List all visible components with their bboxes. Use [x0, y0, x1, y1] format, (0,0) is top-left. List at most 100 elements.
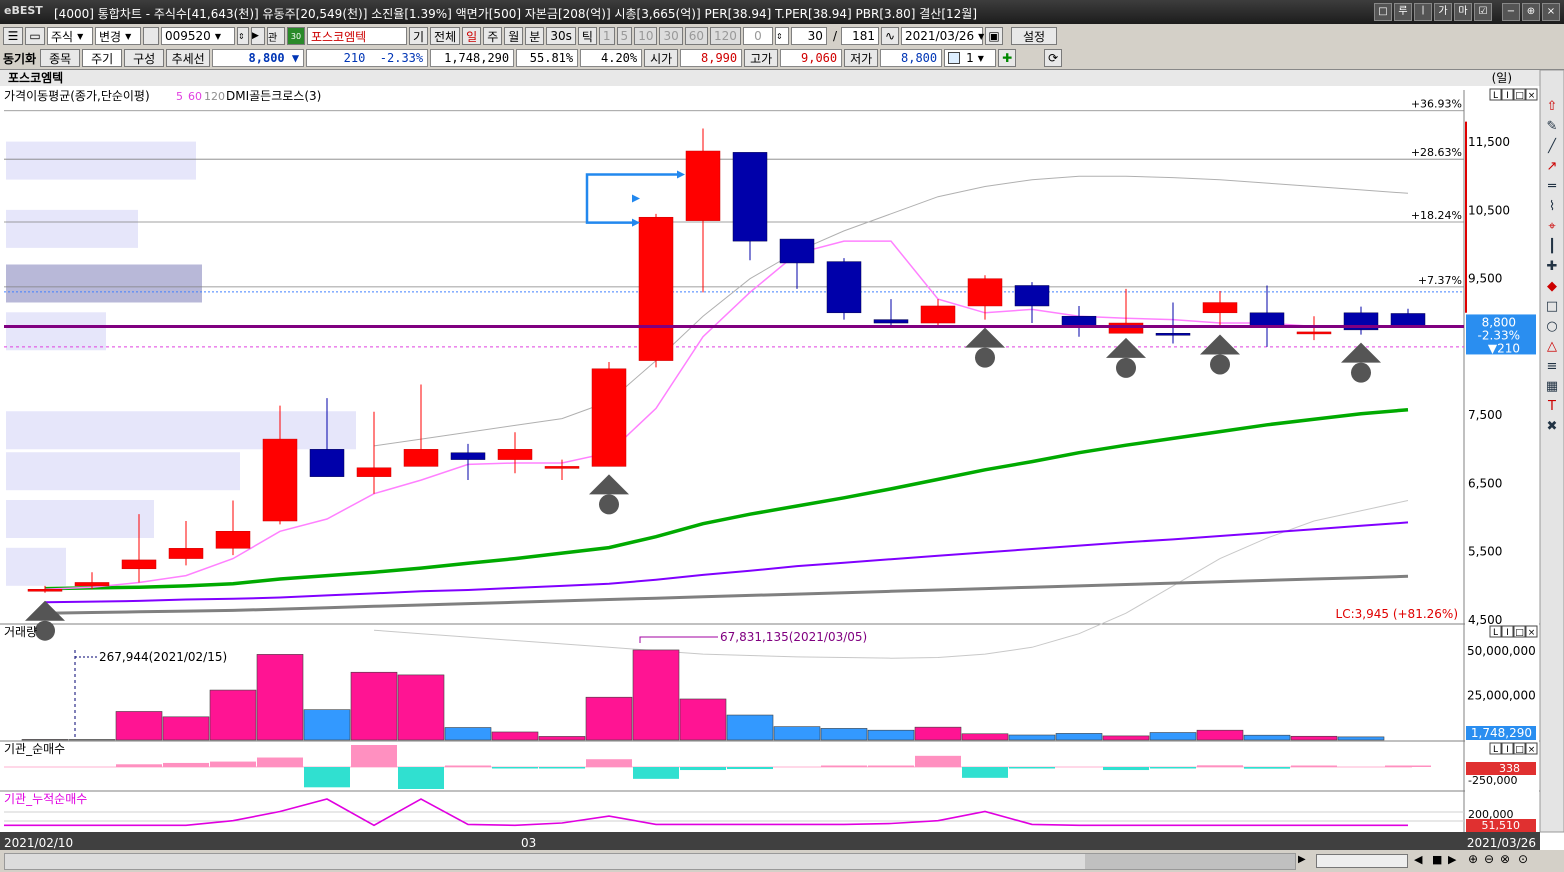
minute-10[interactable]: 10: [634, 27, 658, 45]
save-icon[interactable]: ▣: [984, 27, 1003, 45]
candle-body: [544, 466, 580, 469]
zoom-slider[interactable]: [1316, 854, 1408, 868]
volume-bar: [303, 709, 351, 741]
stock-name-field[interactable]: 포스코엠텍: [307, 27, 407, 45]
lc-label: LC:3,945 (+81.26%): [1336, 607, 1458, 621]
window-btn-4[interactable]: 가: [1434, 3, 1452, 21]
zoom-reset-icon[interactable]: ⊙: [1518, 852, 1528, 866]
date-select[interactable]: 2021/03/26: [900, 27, 983, 45]
period-day[interactable]: 일: [462, 27, 482, 45]
window-btn-5[interactable]: 마: [1454, 3, 1472, 21]
tab-stock[interactable]: 종목: [40, 49, 81, 67]
chart-area[interactable]: 포스코엠텍 (일) 가격이동평균(종가,단순이평) 5 60 120 DMI골든…: [0, 69, 1564, 851]
minute-5[interactable]: 5: [616, 27, 633, 45]
inst-tick-label: -250,000: [1468, 774, 1517, 787]
inst-net-bar: [445, 765, 491, 767]
scroll-right-icon[interactable]: ▶: [1298, 854, 1306, 865]
pct-level-label: +28.63%: [1411, 146, 1462, 159]
period-minute[interactable]: 분: [525, 27, 545, 45]
pct-level-label: +7.37%: [1418, 274, 1462, 287]
volume-title: 거래량: [4, 625, 37, 639]
volume-panel[interactable]: 거래량 267,944(2021/02/15) 67,831,135(2021/03…: [0, 625, 1540, 742]
tab-period[interactable]: 주기: [82, 49, 123, 67]
chart-svg[interactable]: 포스코엠텍 (일) 가격이동평균(종가,단순이평) 5 60 120 DMI골든…: [0, 69, 1564, 851]
hdv-icon[interactable]: 30: [287, 27, 305, 45]
down-arrow-icon: ▼: [291, 51, 300, 65]
zoom-out-icon[interactable]: ⊖: [1484, 852, 1494, 866]
volume-bar: [538, 736, 586, 741]
institution-cum-panel[interactable]: 기관_누적순매수: [4, 792, 1464, 827]
candle-body: [732, 152, 768, 242]
num-select[interactable]: 1: [944, 49, 997, 67]
zero-field[interactable]: 0: [742, 27, 773, 45]
minute-120[interactable]: 120: [710, 27, 741, 45]
scroll-first-icon[interactable]: ◀: [1414, 853, 1422, 866]
chart-stock-name: 포스코엠텍: [8, 70, 63, 85]
app-logo: eBEST: [4, 4, 43, 17]
scroll-thumb[interactable]: [5, 854, 1085, 869]
maximize-button[interactable]: ⊕: [1522, 3, 1540, 21]
tab-trendline[interactable]: 추세선: [166, 49, 211, 67]
chart-header-bg: [0, 70, 1540, 86]
scroll-last-icon[interactable]: ▶: [1448, 853, 1456, 866]
period-week[interactable]: 주: [483, 27, 503, 45]
market-select[interactable]: 주식: [47, 27, 93, 45]
minute-1[interactable]: 1: [598, 27, 615, 45]
trend-icon: ↗: [1547, 159, 1558, 174]
all-button[interactable]: 전체: [430, 27, 461, 45]
settings-button[interactable]: 설정: [1010, 27, 1057, 45]
stepper-icon[interactable]: ⇕: [237, 27, 249, 45]
zero-stepper[interactable]: ⇕: [774, 27, 789, 45]
minute-60[interactable]: 60: [684, 27, 709, 45]
count-slash: /: [832, 29, 837, 43]
cum-last-label: 51,510: [1482, 819, 1521, 832]
gi-button[interactable]: 기: [409, 27, 429, 45]
zoom-icon[interactable]: ∿: [880, 27, 899, 45]
volume-profile-bar: [6, 141, 196, 180]
zoom-in-icon[interactable]: ⊕: [1468, 852, 1478, 866]
window-btn-1[interactable]: □: [1374, 3, 1392, 21]
inst-net-bar: [1009, 767, 1055, 769]
volume-bar: [1290, 735, 1338, 741]
code-input[interactable]: 009520: [161, 27, 235, 45]
count-input[interactable]: 30: [790, 27, 827, 45]
add-icon[interactable]: ✚: [998, 49, 1017, 67]
window-btn-3[interactable]: ㅣ: [1414, 3, 1432, 21]
volume-profile-bar: [6, 209, 138, 248]
inst-net-bar: [962, 767, 1008, 778]
prev-icon[interactable]: ▶: [251, 27, 265, 45]
change-select[interactable]: 변경: [95, 27, 141, 45]
refresh-icon[interactable]: ⟳: [1044, 49, 1063, 67]
diamond-icon: ◆: [1547, 279, 1557, 294]
window-btn-2[interactable]: 루: [1394, 3, 1412, 21]
screen-icon[interactable]: ▭: [25, 27, 45, 45]
period-tick[interactable]: 틱: [577, 27, 597, 45]
tab-layout[interactable]: 구성: [124, 49, 165, 67]
horizontal-scrollbar[interactable]: ▶ ◀ ■ ▶ ⊕ ⊖ ⊗ ⊙: [0, 850, 1564, 872]
quote-toolbar: 동기화 종목 주기 구성 추세선 8,800 ▼ 210 -2.33% 1,74…: [0, 47, 1564, 69]
close-button[interactable]: ×: [1542, 3, 1560, 21]
menu-icon[interactable]: ☰: [3, 27, 23, 45]
min-volume-note: 267,944(2021/02/15): [99, 650, 227, 664]
minimize-button[interactable]: −: [1502, 3, 1520, 21]
volume-bar: [491, 731, 539, 741]
candle-body: [1108, 322, 1144, 334]
xaxis-end: 2021/03/26: [1467, 836, 1536, 850]
scroll-track[interactable]: [4, 853, 1296, 870]
window-btn-6[interactable]: ☑: [1474, 3, 1492, 21]
dmi-signal-triangle-icon: [25, 600, 65, 621]
square-icon[interactable]: [143, 27, 159, 45]
candle-body: [215, 531, 251, 549]
volume-bar: [914, 726, 962, 741]
volume-tick-label: 50,000,000: [1467, 644, 1536, 658]
period-30s[interactable]: 30s: [546, 27, 576, 45]
stop-icon[interactable]: ■: [1432, 853, 1442, 866]
period-month[interactable]: 월: [504, 27, 524, 45]
volume-bar: [256, 654, 304, 741]
zoom-fit-icon[interactable]: ⊗: [1500, 852, 1510, 866]
minute-30[interactable]: 30: [659, 27, 683, 45]
institution-net-panel[interactable]: 기관_순매수: [0, 742, 1540, 792]
kind-label[interactable]: 관: [267, 27, 285, 45]
ma5-legend: 5: [176, 90, 183, 103]
inst-net-bar: [586, 759, 632, 767]
